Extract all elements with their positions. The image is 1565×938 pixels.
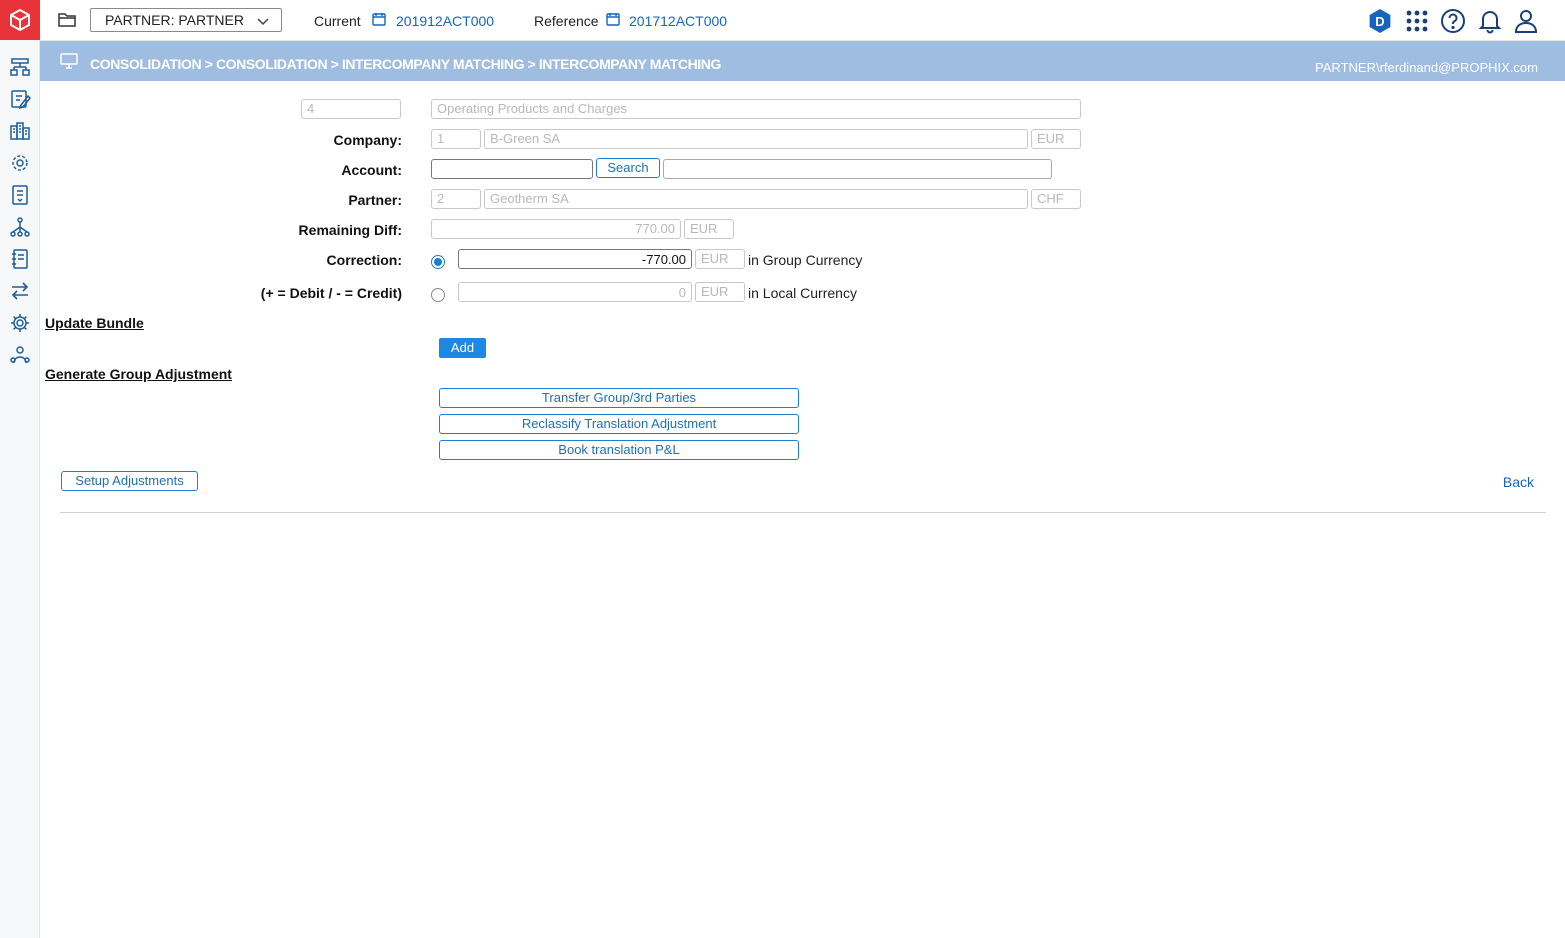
company-label: Company: (333, 132, 402, 148)
add-button[interactable]: Add (439, 338, 486, 358)
settings-flower-icon[interactable] (8, 151, 32, 175)
account-label: Account: (341, 162, 402, 178)
transfer-group-button[interactable]: Transfer Group/3rd Parties (439, 388, 799, 408)
partner-currency-field: CHF (1031, 189, 1081, 209)
company-name-field: B-Green SA (484, 129, 1028, 149)
account-input[interactable] (431, 159, 593, 179)
correction-group-currency: EUR (695, 249, 745, 269)
top-bar: PARTNER: PARTNER Current 201912ACT000 Re… (40, 0, 1565, 41)
reference-label: Reference (534, 13, 599, 29)
calendar-icon[interactable] (606, 12, 620, 26)
prophix-logo-icon[interactable] (0, 0, 40, 40)
setup-adjustments-button[interactable]: Setup Adjustments (61, 471, 198, 491)
current-period-link[interactable]: 201912ACT000 (396, 13, 494, 29)
d-badge-label: D (1375, 14, 1384, 29)
partner-label: Partner: (348, 192, 402, 208)
section-code-field: 4 (301, 99, 401, 119)
transfer-arrows-icon[interactable] (8, 279, 32, 303)
partner-select-value: PARTNER: PARTNER (105, 12, 244, 28)
local-currency-text: in Local Currency (748, 285, 857, 301)
remaining-diff-value: 770.00 (431, 219, 681, 239)
back-link[interactable]: Back (1503, 474, 1534, 490)
current-label: Current (314, 13, 361, 29)
correction-local-input[interactable] (458, 282, 692, 302)
user-identity: PARTNER\rferdinand@PROPHIX.com (1315, 60, 1538, 75)
account-search-button[interactable]: Search (596, 158, 660, 178)
debit-credit-hint: (+ = Debit / - = Credit) (260, 285, 402, 301)
user-profile-icon[interactable] (1513, 8, 1539, 34)
gear-icon[interactable] (8, 311, 32, 335)
breadcrumb: CONSOLIDATION > CONSOLIDATION > INTERCOM… (90, 56, 721, 72)
folder-icon[interactable] (58, 12, 78, 28)
remaining-diff-currency: EUR (684, 219, 734, 239)
partner-select[interactable]: PARTNER: PARTNER (90, 8, 282, 32)
account-description-field (663, 159, 1052, 179)
correction-label: Correction: (326, 252, 402, 268)
partner-code-field: 2 (431, 189, 481, 209)
book-translation-button[interactable]: Book translation P&L (439, 440, 799, 460)
generate-group-adjustment-link[interactable]: Generate Group Adjustment (45, 366, 232, 382)
partner-name-field: Geotherm SA (484, 189, 1028, 209)
d-badge-icon[interactable]: D (1367, 8, 1393, 34)
reclassify-translation-button[interactable]: Reclassify Translation Adjustment (439, 414, 799, 434)
report-icon[interactable] (8, 183, 32, 207)
company-code-field: 1 (431, 129, 481, 149)
update-bundle-link[interactable]: Update Bundle (45, 315, 144, 331)
divider (60, 512, 1546, 513)
help-icon[interactable] (1440, 8, 1466, 34)
reference-period-link[interactable]: 201712ACT000 (629, 13, 727, 29)
users-network-icon[interactable] (8, 343, 32, 367)
local-currency-radio[interactable] (431, 288, 445, 302)
correction-local-currency: EUR (695, 282, 745, 302)
monitor-icon (60, 53, 80, 69)
group-currency-radio[interactable] (431, 255, 445, 269)
chevron-down-icon (257, 14, 269, 26)
correction-group-input[interactable] (458, 249, 692, 269)
apps-grid-icon[interactable] (1404, 8, 1430, 34)
remaining-diff-label: Remaining Diff: (298, 222, 402, 238)
hierarchy-icon[interactable] (8, 55, 32, 79)
group-currency-text: in Group Currency (748, 252, 863, 268)
page-header-bar: CONSOLIDATION > CONSOLIDATION > INTERCOM… (40, 41, 1565, 81)
edit-sheet-icon[interactable] (8, 87, 32, 111)
left-nav-rail (0, 0, 40, 938)
calendar-icon[interactable] (372, 12, 386, 26)
org-chart-icon[interactable] (8, 215, 32, 239)
section-description-field: Operating Products and Charges (431, 99, 1081, 119)
buildings-icon[interactable] (8, 119, 32, 143)
notebook-icon[interactable] (8, 247, 32, 271)
notification-bell-icon[interactable] (1477, 8, 1503, 34)
company-currency-field: EUR (1031, 129, 1081, 149)
